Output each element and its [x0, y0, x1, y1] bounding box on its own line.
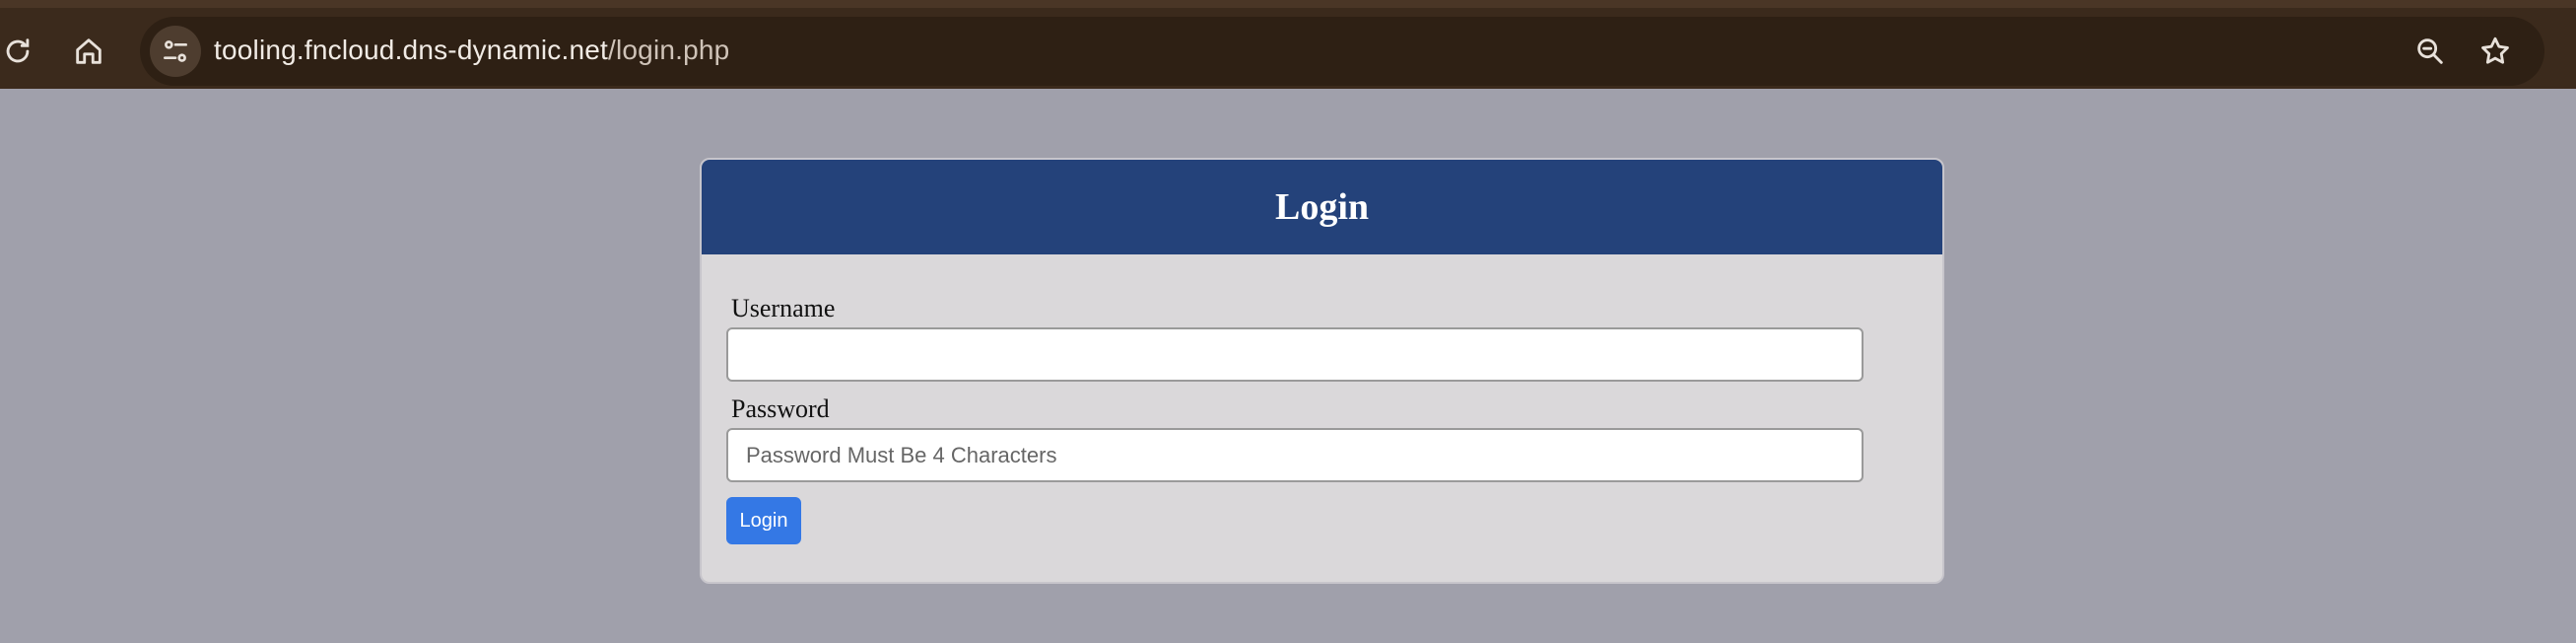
url-text[interactable]: tooling.fncloud.dns-dynamic.net/login.ph…	[214, 35, 729, 66]
url-domain: tooling.fncloud.dns-dynamic.net	[214, 35, 608, 65]
login-header: Login	[702, 160, 1942, 254]
username-input[interactable]	[726, 327, 1864, 382]
home-icon	[76, 38, 102, 64]
login-button[interactable]: Login	[726, 497, 801, 544]
star-icon	[2481, 36, 2509, 64]
reload-button[interactable]	[0, 28, 41, 75]
address-bar[interactable]: tooling.fncloud.dns-dynamic.net/login.ph…	[140, 17, 2544, 86]
bookmark-button[interactable]	[2472, 28, 2519, 75]
browser-toolbar: tooling.fncloud.dns-dynamic.net/login.ph…	[0, 0, 2576, 89]
login-card: Login Username Password Login	[700, 158, 1944, 584]
reload-icon	[6, 38, 30, 63]
url-path: /login.php	[608, 35, 730, 65]
home-button[interactable]	[65, 28, 112, 75]
zoom-button[interactable]	[2407, 28, 2454, 75]
login-title: Login	[1274, 186, 1370, 228]
username-label: Username	[731, 294, 836, 322]
password-input[interactable]	[726, 428, 1864, 482]
password-label: Password	[731, 394, 830, 423]
site-settings-icon	[164, 40, 187, 62]
zoom-out-icon	[2417, 38, 2443, 64]
site-info-button[interactable]	[150, 26, 201, 77]
